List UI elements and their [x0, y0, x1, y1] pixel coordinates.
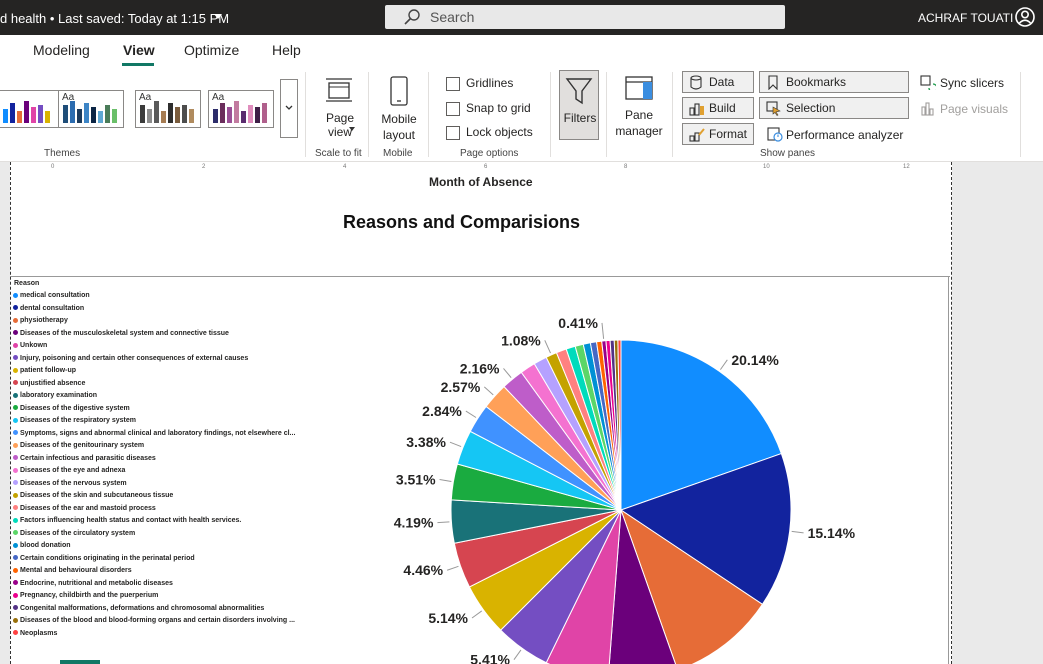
pie-leader-line — [601, 322, 605, 339]
pie-leader-line — [465, 410, 477, 418]
pie-leader-line — [437, 521, 450, 524]
pie-data-label: 5.41% — [470, 652, 510, 664]
pie-leader-line — [483, 386, 494, 396]
pie-leader-line — [446, 565, 459, 571]
pie-data-label: 2.84% — [422, 403, 462, 419]
pie-leader-line — [471, 610, 483, 619]
pie-data-label: 15.14% — [808, 525, 856, 541]
pie-leader-line — [439, 478, 452, 482]
pie-data-label: 0.41% — [558, 315, 598, 331]
pie-data-label: 2.16% — [460, 360, 500, 376]
pie-leader-line — [513, 649, 522, 660]
pie-leader-line — [719, 359, 728, 370]
pie-data-label: 3.38% — [406, 434, 446, 450]
pie-leader-line — [791, 530, 804, 534]
pie-data-label: 3.51% — [396, 471, 436, 487]
pie-data-label: 4.19% — [394, 515, 434, 531]
pie-leader-line — [544, 340, 551, 354]
pie-chart[interactable]: 20.14% 15.14% 5.41% 5.14% 4.46% 4.19% 3.51% 3.3… — [0, 0, 1043, 664]
pie-data-label: 20.14% — [731, 352, 779, 368]
pie-data-label: 1.08% — [501, 332, 541, 348]
pie-leader-line — [449, 441, 462, 448]
page-tab-indicator[interactable] — [60, 660, 100, 664]
pie-data-label: 4.46% — [403, 562, 443, 578]
pie-data-label: 5.14% — [428, 610, 468, 626]
pie-leader-line — [503, 368, 512, 378]
pie-data-label: 2.57% — [441, 379, 481, 395]
